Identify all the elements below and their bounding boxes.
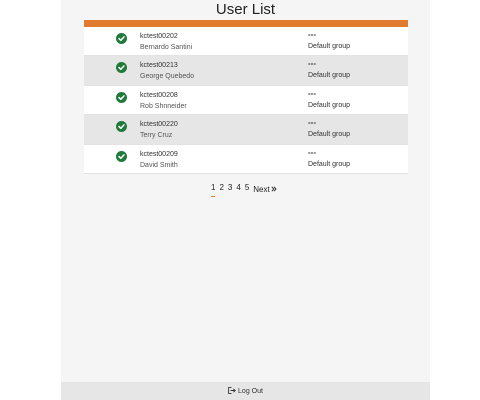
user-group: Default group — [308, 101, 351, 109]
check-circle-icon — [116, 91, 127, 103]
user-id: kctest00202 — [140, 33, 178, 40]
user-group: Default group — [308, 43, 351, 50]
user-row[interactable]: kctest00220 Terry Cruz --- Default group — [84, 115, 408, 145]
footer-bar: Log Out — [61, 382, 430, 400]
check-circle-icon — [116, 121, 127, 133]
logout-button[interactable]: Log Out — [228, 386, 263, 396]
user-name: George Quebedo — [140, 73, 195, 81]
page-link-4[interactable]: 4 — [236, 183, 240, 197]
user-id: kctest00213 — [140, 62, 178, 70]
user-extra: --- — [308, 118, 316, 128]
user-name: Bernardo Santini — [140, 44, 193, 51]
pagination: 1 2 3 4 5 Next — [211, 183, 277, 197]
check-circle-icon — [116, 150, 127, 162]
page-link-1[interactable]: 1 — [211, 183, 216, 197]
user-id: kctest00209 — [140, 150, 178, 158]
user-list: kctest00202 Bernardo Santini --- Default… — [84, 27, 408, 174]
user-extra: --- — [308, 59, 316, 69]
next-label: Next — [253, 185, 270, 194]
accent-bar — [84, 20, 408, 27]
user-id: kctest00208 — [140, 91, 178, 99]
main-panel: User List kctest00202 Bernardo Santini -… — [61, 0, 430, 400]
page-title: User List — [215, 1, 276, 18]
user-id: kctest00220 — [140, 121, 178, 129]
user-row[interactable]: kctest00213 George Quebedo --- Default g… — [84, 56, 408, 86]
user-group: Default group — [308, 131, 351, 139]
check-circle-icon — [116, 62, 127, 74]
user-name: Rob Shnneider — [140, 102, 187, 110]
logout-label: Log Out — [238, 387, 263, 395]
user-extra: --- — [308, 30, 316, 39]
page-link-2[interactable]: 2 — [219, 183, 223, 197]
user-row[interactable]: kctest00208 Rob Shnneider --- Default gr… — [84, 85, 408, 116]
next-page-button[interactable]: Next — [253, 183, 277, 197]
user-name: Terry Cruz — [140, 132, 173, 140]
page-link-5[interactable]: 5 — [245, 183, 249, 197]
double-chevron-right-icon — [271, 185, 277, 195]
user-extra: --- — [308, 88, 316, 98]
user-row[interactable]: kctest00209 David Smith --- Default grou… — [84, 144, 408, 174]
user-extra: --- — [308, 147, 316, 157]
check-circle-icon — [116, 33, 127, 44]
user-row[interactable]: kctest00202 Bernardo Santini --- Default… — [84, 27, 408, 57]
user-group: Default group — [308, 160, 351, 168]
page-link-3[interactable]: 3 — [228, 183, 232, 197]
sign-out-icon — [228, 386, 236, 396]
user-group: Default group — [308, 72, 351, 80]
user-name: David Smith — [140, 161, 178, 169]
